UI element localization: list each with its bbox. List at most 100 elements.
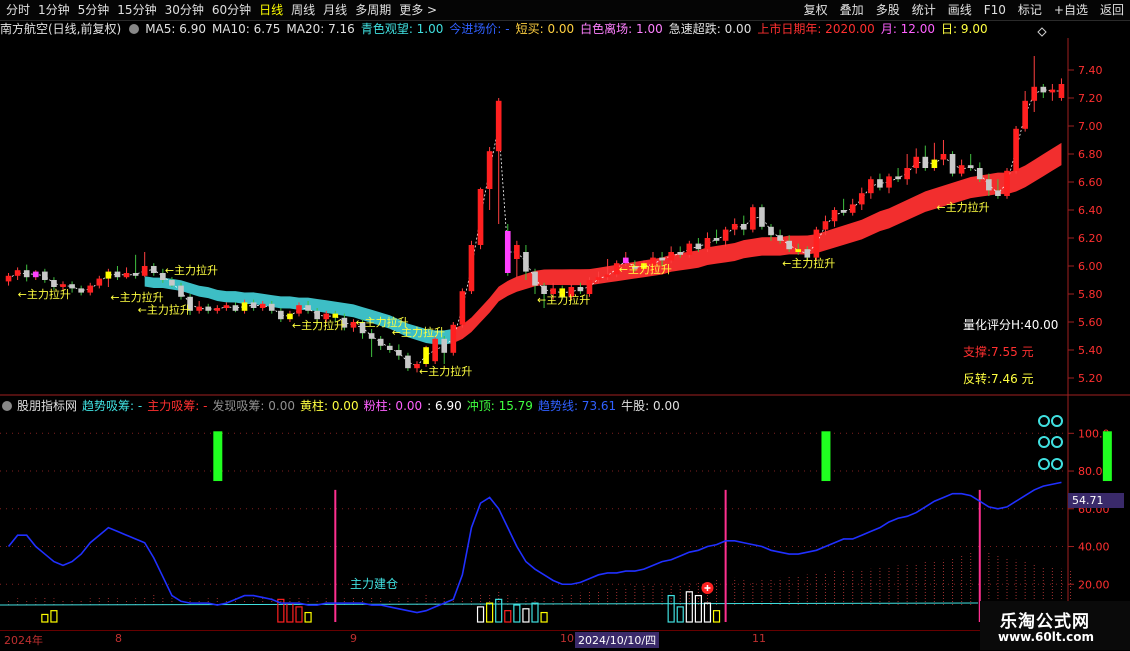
candle-body: [377, 338, 384, 346]
price-tick-label: 6.60: [1078, 176, 1103, 189]
candle-body: [1031, 86, 1038, 101]
candle-body: [586, 280, 593, 294]
candle-body: [423, 347, 429, 364]
price-tick-label: 7.40: [1078, 64, 1103, 77]
brand-line2: www.60lt.com: [998, 630, 1095, 644]
candle-body: [232, 305, 239, 311]
candle-body: [268, 303, 275, 311]
candle-body: [858, 193, 865, 205]
candle-body: [949, 154, 956, 174]
main-up-annotation: ←主力拉升: [292, 318, 345, 332]
price-tick-label: 6.20: [1078, 232, 1103, 245]
candle-body: [731, 224, 738, 230]
score-label: 量化评分H:40.00: [963, 318, 1059, 332]
candle-body: [1040, 86, 1047, 93]
indicator-column: [703, 602, 712, 623]
price-tick-label: 5.20: [1078, 372, 1103, 385]
candle-body: [405, 355, 411, 369]
candle-body: [105, 271, 112, 279]
indicator-column: [41, 613, 49, 623]
fenzhu-value: 粉柱: 0.00: [363, 399, 423, 413]
candle-body: [305, 305, 311, 311]
indicator-column: [540, 611, 548, 623]
indicator-column: [712, 610, 721, 623]
candle-body: [768, 226, 774, 236]
main-up-annotation: ←主力拉升: [110, 290, 163, 304]
chart-canvas[interactable]: 5.20 5.40 5.60 5.80 6.00 6.20 6.40 6.60 6.80 7.00…: [0, 0, 1130, 650]
candle-body: [958, 165, 965, 174]
indicator-column: [304, 611, 312, 623]
candle-body: [486, 151, 493, 189]
candle-body: [504, 231, 511, 273]
candle-body: [777, 235, 783, 241]
candle-body: [877, 179, 883, 188]
settings-circle-icon[interactable]: [2, 401, 12, 411]
price-tick-label: 5.80: [1078, 288, 1103, 301]
candle-body: [813, 229, 820, 258]
candle-body: [986, 179, 992, 191]
main-up-annotation: ←主力拉升: [165, 263, 218, 277]
huangzhu-value: 黄柱: 0.00: [300, 399, 359, 413]
candle-body: [141, 266, 148, 276]
candle-body: [967, 165, 974, 168]
candle-body: [14, 270, 21, 276]
candle-body: [995, 190, 1001, 196]
candle-body: [695, 243, 702, 250]
candle-body: [786, 240, 792, 250]
indicator-column: [295, 606, 303, 623]
indicator-tick-label: 20.00: [1078, 578, 1110, 591]
main-up-annotation: ←主力拉升: [419, 364, 472, 378]
candle-body: [23, 270, 30, 278]
indicator-column: [531, 602, 539, 623]
candle-body: [296, 305, 302, 314]
cursor-date: 2024/10/10/四: [575, 632, 660, 648]
qushi-value: 趋势吸筹: -: [82, 399, 143, 413]
candle-body: [60, 284, 66, 287]
main-up-annotation: ←主力拉升: [537, 293, 590, 307]
candle-body: [196, 306, 202, 311]
date-month-10: 10: [560, 632, 574, 645]
candle-body: [241, 302, 248, 311]
candle-body: [523, 252, 529, 272]
candle-body: [123, 273, 130, 278]
price-tick-label: 5.60: [1078, 316, 1103, 329]
coin-icon: [1038, 436, 1050, 448]
candle-body: [831, 210, 838, 222]
candle-body: [659, 257, 665, 261]
main-up-annotation: ←主力拉升: [18, 287, 71, 301]
price-tick-label: 6.40: [1078, 204, 1103, 217]
candle-body: [677, 252, 684, 255]
candle-body: [205, 306, 212, 311]
date-month-8: 8: [115, 632, 122, 645]
build-annotation: 主力建仓: [350, 577, 398, 591]
candle-body: [704, 238, 711, 250]
date-axis: 2024年 8 9 10 2024/10/10/四 11: [0, 630, 980, 651]
brand-watermark: 乐淘公式网 www.60lt.com: [980, 601, 1130, 650]
chongding-value: 冲顶: 15.79: [466, 399, 533, 413]
candle-body: [713, 238, 720, 241]
candle-body: [514, 245, 520, 259]
candle-body: [132, 273, 139, 276]
candle-body: [595, 277, 602, 280]
diamond-icon: [1037, 27, 1047, 37]
candle-body: [51, 280, 57, 287]
indicator-column: [486, 602, 494, 623]
main-up-annotation: ←主力拉升: [138, 302, 191, 316]
candle-body: [468, 245, 475, 292]
price-tick-label: 6.80: [1078, 148, 1103, 161]
candle-body: [759, 207, 765, 227]
candle-body: [940, 154, 947, 160]
ma20-band-red: [453, 142, 1062, 344]
candle-body: [150, 266, 157, 273]
price-tick-label: 7.00: [1078, 120, 1103, 133]
candle-body: [459, 291, 466, 325]
reversal-label: 反转:7.46 元: [963, 372, 1034, 386]
price-tick-label: 7.20: [1078, 92, 1103, 105]
plain-value: : 6.90: [427, 399, 462, 413]
candle-body: [495, 100, 502, 152]
candle-body: [169, 280, 175, 286]
candle-body: [32, 271, 39, 278]
indicator-column: [513, 604, 521, 623]
candle-body: [432, 338, 438, 362]
candle-body: [840, 210, 847, 213]
